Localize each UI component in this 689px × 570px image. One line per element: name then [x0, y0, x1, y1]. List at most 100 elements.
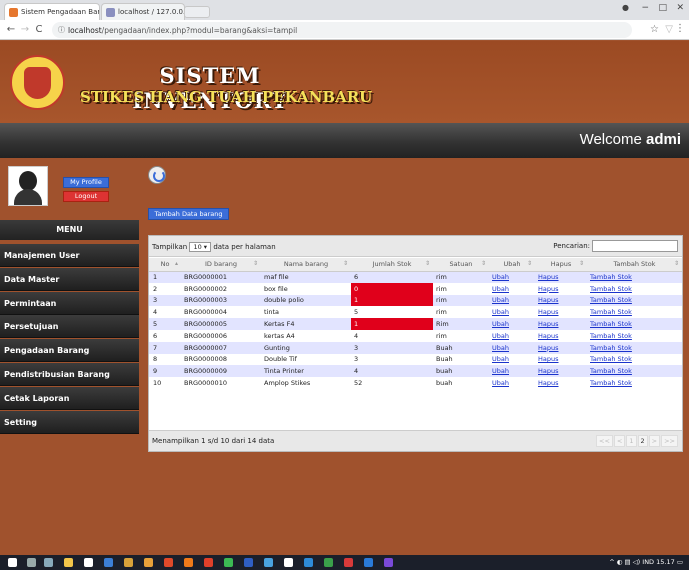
back-arrow-icon[interactable]: ←: [4, 24, 18, 35]
app-icon[interactable]: [384, 558, 393, 567]
column-header-nama[interactable]: Nama barang ⇕: [261, 258, 351, 272]
add-stock-link[interactable]: Tambah Stok: [590, 332, 632, 340]
column-header-ubah[interactable]: Ubah ⇕: [489, 258, 535, 272]
logout-button[interactable]: Logout: [63, 191, 109, 202]
app-icon[interactable]: [344, 558, 353, 567]
delete-link[interactable]: Hapus: [538, 332, 559, 340]
edit-link[interactable]: Ubah: [492, 379, 509, 387]
add-stock-link[interactable]: Tambah Stok: [590, 367, 632, 375]
edit-link[interactable]: Ubah: [492, 285, 509, 293]
app-icon[interactable]: [144, 558, 153, 567]
extension-icon[interactable]: ▽: [665, 24, 673, 35]
next-page-button[interactable]: >: [648, 435, 661, 447]
forward-arrow-icon[interactable]: →: [18, 24, 32, 35]
clock[interactable]: 15.17: [656, 558, 675, 566]
delete-link[interactable]: Hapus: [538, 355, 559, 363]
page-1-button[interactable]: 1: [626, 435, 637, 447]
input-language[interactable]: IND: [642, 558, 654, 566]
row-number-cell: 5: [149, 318, 181, 330]
sidebar-item-data-master[interactable]: Data Master: [0, 267, 139, 291]
delete-link[interactable]: Hapus: [538, 308, 559, 316]
sidebar-item-manajemen-user[interactable]: Manajemen User: [0, 244, 139, 267]
sidebar-item-pengadaan-barang[interactable]: Pengadaan Barang: [0, 339, 139, 363]
app-icon[interactable]: [184, 558, 193, 567]
column-header-id[interactable]: ID barang ⇕: [181, 258, 261, 272]
refresh-icon[interactable]: [148, 166, 166, 184]
url-path: /pengadaan/index.php?modul=barang&aksi=t…: [101, 25, 298, 35]
mail-icon[interactable]: [104, 558, 113, 567]
column-header-no[interactable]: No ▴: [149, 258, 181, 272]
edit-link[interactable]: Ubah: [492, 355, 509, 363]
edit-link[interactable]: Ubah: [492, 320, 509, 328]
app-icon[interactable]: [264, 558, 273, 567]
search-input[interactable]: [592, 240, 678, 252]
page-2-button[interactable]: 2: [637, 435, 648, 447]
sidebar-item-persetujuan[interactable]: Persetujuan: [0, 315, 139, 339]
delete-link[interactable]: Hapus: [538, 320, 559, 328]
delete-link[interactable]: Hapus: [538, 296, 559, 304]
delete-link[interactable]: Hapus: [538, 344, 559, 352]
store-icon[interactable]: [84, 558, 93, 567]
add-stock-link[interactable]: Tambah Stok: [590, 355, 632, 363]
add-stock-link[interactable]: Tambah Stok: [590, 273, 632, 281]
edit-link[interactable]: Ubah: [492, 367, 509, 375]
item-stock-cell: 4: [351, 365, 433, 378]
minimize-button[interactable]: −: [641, 3, 649, 13]
add-stock-link[interactable]: Tambah Stok: [590, 285, 632, 293]
browser-tab-phpmyadmin[interactable]: localhost / 127.0.0.1 / sis ✕: [101, 3, 185, 20]
tray-icons[interactable]: ^ ◐ ▤ ◁): [609, 558, 640, 566]
add-stock-link[interactable]: Tambah Stok: [590, 379, 632, 387]
app-icon[interactable]: [204, 558, 213, 567]
user-profile-icon[interactable]: ●: [622, 3, 629, 12]
add-stock-link[interactable]: Tambah Stok: [590, 344, 632, 352]
last-page-button[interactable]: >>: [661, 435, 678, 447]
app-icon[interactable]: [164, 558, 173, 567]
task-view-icon[interactable]: [44, 558, 53, 567]
column-header-hapus[interactable]: Hapus ⇕: [535, 258, 587, 272]
edit-link[interactable]: Ubah: [492, 344, 509, 352]
sidebar-item-cetak-laporan[interactable]: Cetak Laporan: [0, 386, 139, 410]
add-stock-link[interactable]: Tambah Stok: [590, 308, 632, 316]
app-icon[interactable]: [304, 558, 313, 567]
sidebar-item-permintaan[interactable]: Permintaan: [0, 291, 139, 315]
new-tab-button[interactable]: [184, 6, 210, 18]
browser-tab-pengadaan[interactable]: Sistem Pengadaan Baran ✕: [4, 3, 100, 20]
sidebar-item-setting[interactable]: Setting: [0, 410, 139, 434]
maximize-button[interactable]: □: [658, 3, 667, 13]
edit-link[interactable]: Ubah: [492, 308, 509, 316]
column-header-stok[interactable]: Jumlah Stok ⇕: [351, 258, 433, 272]
app-icon[interactable]: [324, 558, 333, 567]
delete-link[interactable]: Hapus: [538, 367, 559, 375]
search-icon[interactable]: [27, 558, 36, 567]
delete-link[interactable]: Hapus: [538, 285, 559, 293]
item-name-cell: Gunting: [261, 341, 351, 354]
column-header-satuan[interactable]: Satuan ⇕: [433, 258, 489, 272]
edit-link[interactable]: Ubah: [492, 273, 509, 281]
add-stock-link[interactable]: Tambah Stok: [590, 320, 632, 328]
add-item-button[interactable]: Tambah Data barang: [148, 208, 229, 220]
sidebar-item-pendistribusian-barang[interactable]: Pendistribusian Barang: [0, 362, 139, 386]
my-profile-button[interactable]: My Profile: [63, 177, 109, 188]
edit-link[interactable]: Ubah: [492, 296, 509, 304]
reload-icon[interactable]: C: [32, 24, 46, 35]
app-icon[interactable]: [124, 558, 133, 567]
url-field[interactable]: ⓘ localhost /pengadaan/index.php?modul=b…: [52, 22, 632, 38]
page-length-select[interactable]: 10 ▾: [189, 242, 212, 252]
browser-menu-icon[interactable]: ⋮: [675, 23, 685, 34]
previous-page-button[interactable]: <: [613, 435, 626, 447]
bookmark-star-icon[interactable]: ☆: [650, 24, 659, 35]
chrome-icon[interactable]: [224, 558, 233, 567]
windows-start-icon[interactable]: [8, 558, 17, 567]
first-page-button[interactable]: <<: [596, 435, 613, 447]
delete-link[interactable]: Hapus: [538, 379, 559, 387]
app-icon[interactable]: [244, 558, 253, 567]
file-explorer-icon[interactable]: [64, 558, 73, 567]
app-icon[interactable]: [284, 558, 293, 567]
column-header-tambah-stok[interactable]: Tambah Stok ⇕: [587, 258, 682, 272]
add-stock-link[interactable]: Tambah Stok: [590, 296, 632, 304]
close-window-button[interactable]: ✕: [676, 3, 684, 13]
delete-link[interactable]: Hapus: [538, 273, 559, 281]
notification-icon[interactable]: ▭: [677, 558, 683, 566]
edge-icon[interactable]: [364, 558, 373, 567]
edit-link[interactable]: Ubah: [492, 332, 509, 340]
